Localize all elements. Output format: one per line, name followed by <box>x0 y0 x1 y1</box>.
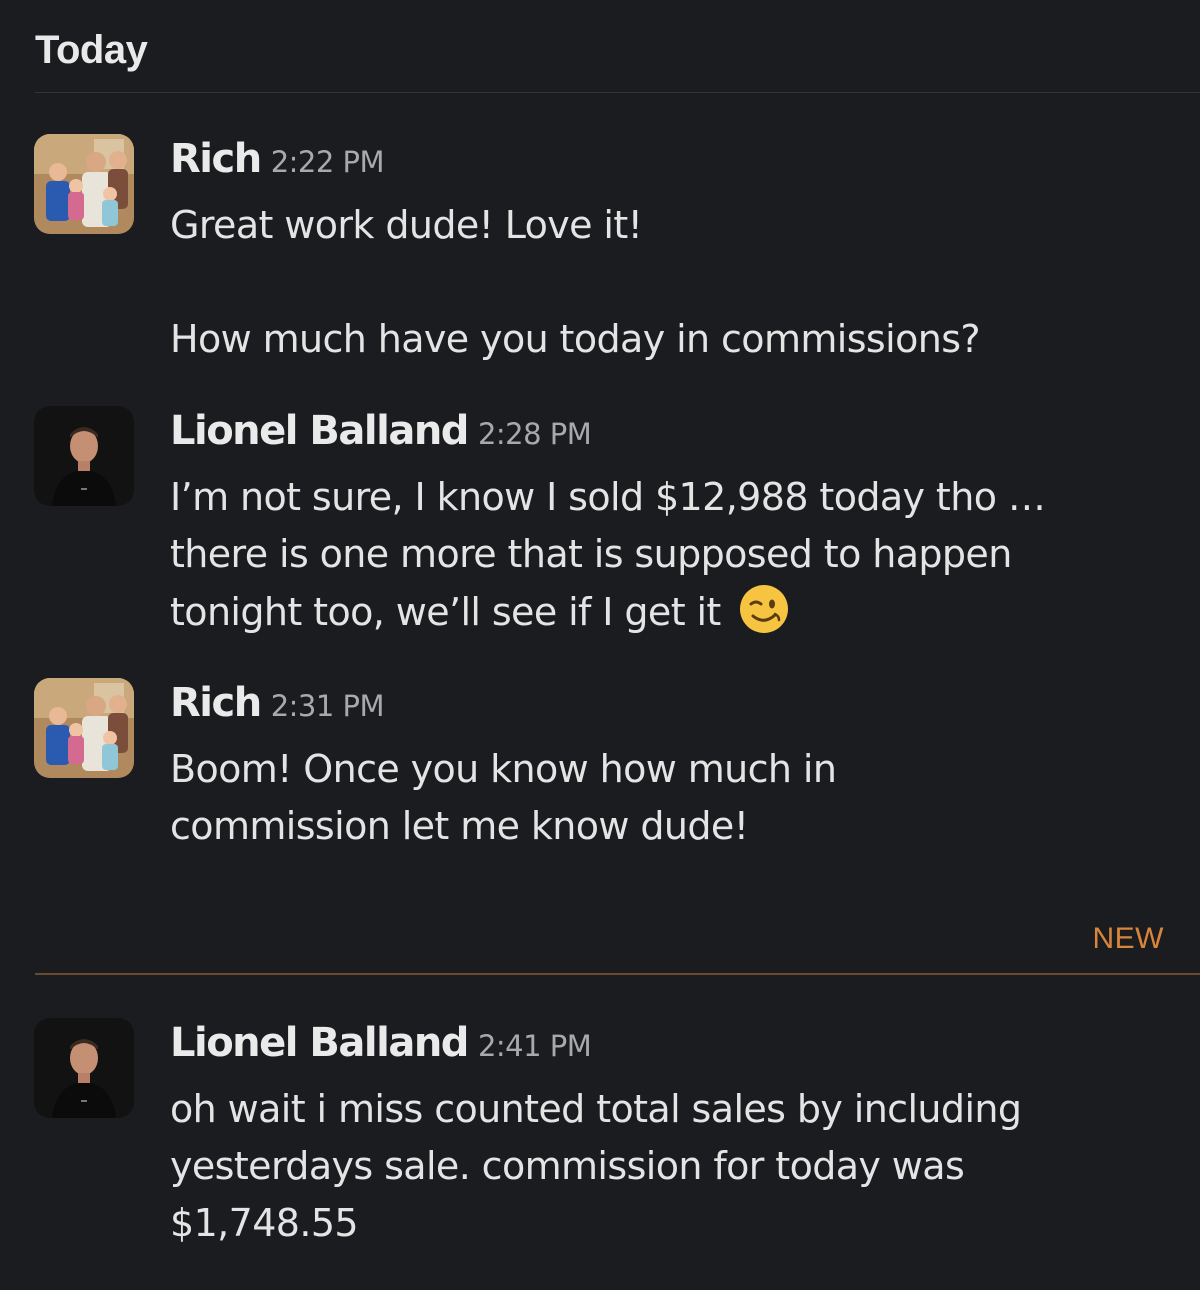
day-header: Today <box>35 28 148 72</box>
author-name[interactable]: Lionel Balland <box>170 408 469 454</box>
message-paragraph: How much have you today in commissions? <box>170 317 981 361</box>
family-photo-icon <box>34 678 134 778</box>
message-item[interactable]: Rich 2:22 PM Great work dude! Love it! Ho… <box>0 134 1200 374</box>
message-item[interactable]: Lionel Balland 2:28 PM I’m not sure, I kn… <box>0 406 1200 646</box>
message-paragraph: Great work dude! Love it! <box>170 203 643 247</box>
message-text: Great work dude! Love it! How much have … <box>170 197 1170 368</box>
author-name[interactable]: Rich <box>170 136 262 182</box>
message-line-with-emoji: tonight too, we’ll see if I get it <box>170 583 1170 641</box>
message-line: yesterdays sale. commission for today wa… <box>170 1144 965 1188</box>
message-text: oh wait i miss counted total sales by in… <box>170 1081 1170 1252</box>
day-divider <box>35 92 1200 93</box>
family-photo-icon <box>34 134 134 234</box>
message-item[interactable]: Rich 2:31 PM Boom! Once you know how much… <box>0 678 1200 868</box>
new-messages-label: NEW <box>1092 922 1164 955</box>
timestamp[interactable]: 2:41 PM <box>478 1029 592 1063</box>
message-text: I’m not sure, I know I sold $12,988 toda… <box>170 469 1170 641</box>
message-line: I’m not sure, I know I sold $12,988 toda… <box>170 475 1046 519</box>
avatar[interactable] <box>34 134 134 234</box>
author-name[interactable]: Lionel Balland <box>170 1020 469 1066</box>
message-item[interactable]: Lionel Balland 2:41 PM oh wait i miss cou… <box>0 1018 1200 1268</box>
message-text: Boom! Once you know how much in commissi… <box>170 741 1170 855</box>
message-line: oh wait i miss counted total sales by in… <box>170 1087 1022 1131</box>
timestamp[interactable]: 2:22 PM <box>271 145 385 179</box>
avatar[interactable] <box>34 406 134 506</box>
timestamp[interactable]: 2:28 PM <box>478 417 592 451</box>
avatar[interactable] <box>34 1018 134 1118</box>
portrait-icon <box>34 1018 134 1118</box>
message-line: tonight too, we’ll see if I get it <box>170 590 721 634</box>
message-line: Boom! Once you know how much in <box>170 747 837 791</box>
timestamp[interactable]: 2:31 PM <box>271 689 385 723</box>
avatar[interactable] <box>34 678 134 778</box>
message-line: commission let me know dude! <box>170 804 749 848</box>
new-messages-divider <box>35 973 1200 975</box>
message-line: $1,748.55 <box>170 1201 359 1245</box>
message-line: there is one more that is supposed to ha… <box>170 532 1012 576</box>
author-name[interactable]: Rich <box>170 680 262 726</box>
winking-face-icon <box>740 585 789 633</box>
portrait-icon <box>34 406 134 506</box>
